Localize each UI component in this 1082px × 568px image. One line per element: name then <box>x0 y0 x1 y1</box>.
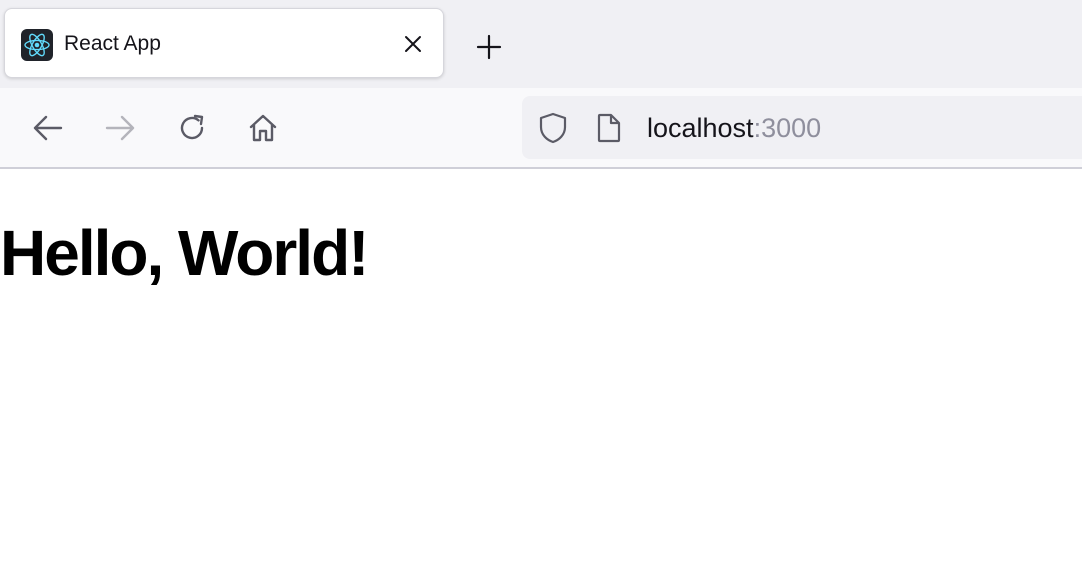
url-host: localhost <box>647 113 754 143</box>
url-text[interactable]: localhost:3000 <box>647 113 821 143</box>
url-bar[interactable]: localhost:3000 <box>522 96 1082 159</box>
page-content: Hello, World! <box>0 169 1082 568</box>
tab-title: React App <box>64 32 161 55</box>
arrow-left-icon[interactable] <box>30 110 66 146</box>
react-logo-icon <box>21 29 53 61</box>
tab-strip: React App <box>0 0 1082 88</box>
page-heading: Hello, World! <box>0 217 369 289</box>
plus-icon[interactable] <box>472 30 506 64</box>
url-port: :3000 <box>753 113 822 143</box>
reload-icon[interactable] <box>174 110 210 146</box>
shield-icon[interactable] <box>536 111 570 145</box>
navigation-toolbar: localhost:3000 <box>0 88 1082 169</box>
close-icon[interactable] <box>400 31 426 57</box>
browser-tab[interactable]: React App <box>4 8 444 78</box>
page-icon[interactable] <box>594 111 624 145</box>
home-icon[interactable] <box>245 110 281 146</box>
arrow-right-icon[interactable] <box>102 110 138 146</box>
